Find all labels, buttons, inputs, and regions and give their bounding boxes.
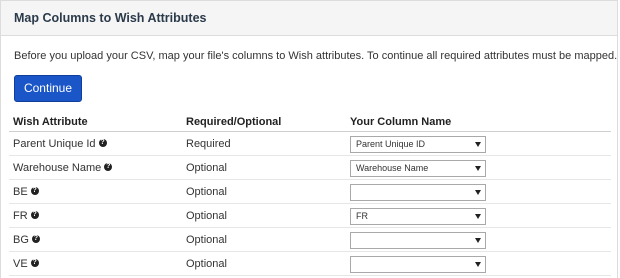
column-select-cell: [346, 179, 611, 204]
column-select-cell: FR: [346, 203, 611, 228]
table-header-row: Wish Attribute Required/Optional Your Co…: [9, 113, 611, 132]
table-row: BG? Optional: [9, 227, 611, 252]
question-circle-icon[interactable]: ?: [30, 186, 39, 195]
question-circle-icon[interactable]: ?: [98, 138, 107, 147]
column-select[interactable]: [350, 184, 486, 201]
attribute-cell: BE?: [9, 179, 182, 204]
chevron-down-icon: [475, 238, 481, 243]
continue-button[interactable]: Continue: [14, 75, 82, 102]
column-select[interactable]: Parent Unique ID: [350, 136, 486, 153]
table-row: BE? Optional: [9, 179, 611, 204]
question-circle-icon[interactable]: ?: [30, 210, 39, 219]
requirement-cell: Optional: [182, 155, 346, 180]
intro-text: Before you upload your CSV, map your fil…: [14, 50, 618, 62]
column-select-cell: Parent Unique ID: [346, 131, 611, 156]
header-your-column-name: Your Column Name: [346, 113, 611, 132]
select-value: Parent Unique ID: [356, 139, 426, 149]
column-select[interactable]: Warehouse Name: [350, 160, 486, 177]
chevron-down-icon: [475, 142, 481, 147]
attribute-mapping-table: Wish Attribute Required/Optional Your Co…: [9, 113, 611, 276]
column-select-cell: [346, 251, 611, 276]
panel-title: Map Columns to Wish Attributes: [1, 1, 617, 36]
header-required-optional: Required/Optional: [182, 113, 346, 132]
chevron-down-icon: [475, 262, 481, 267]
column-select-cell: [346, 227, 611, 252]
requirement-cell: Optional: [182, 179, 346, 204]
chevron-down-icon: [475, 166, 481, 171]
chevron-down-icon: [475, 190, 481, 195]
attribute-label: Parent Unique Id: [13, 137, 96, 150]
attribute-label: Warehouse Name: [13, 161, 102, 174]
table-row: Warehouse Name? Optional Warehouse Name: [9, 155, 611, 180]
attribute-label: VE: [13, 257, 28, 270]
attribute-label: BG: [13, 233, 29, 246]
requirement-cell: Optional: [182, 251, 346, 276]
requirement-cell: Required: [182, 131, 346, 156]
requirement-cell: Optional: [182, 203, 346, 228]
question-circle-icon[interactable]: ?: [31, 234, 40, 243]
column-select[interactable]: [350, 232, 486, 249]
chevron-down-icon: [475, 214, 481, 219]
column-select[interactable]: [350, 256, 486, 273]
table-row: FR? Optional FR: [9, 203, 611, 228]
attribute-cell: Parent Unique Id?: [9, 131, 182, 156]
attribute-label: FR: [13, 209, 28, 222]
column-select-cell: Warehouse Name: [346, 155, 611, 180]
attribute-cell: VE?: [9, 251, 182, 276]
header-wish-attribute: Wish Attribute: [9, 113, 182, 132]
attribute-cell: FR?: [9, 203, 182, 228]
attribute-cell: BG?: [9, 227, 182, 252]
select-value: FR: [356, 211, 368, 221]
table-row: Parent Unique Id? Required Parent Unique…: [9, 131, 611, 156]
map-columns-panel: Map Columns to Wish Attributes Before yo…: [0, 0, 618, 278]
select-value: Warehouse Name: [356, 163, 429, 173]
table-row: VE? Optional: [9, 251, 611, 276]
requirement-cell: Optional: [182, 227, 346, 252]
attribute-cell: Warehouse Name?: [9, 155, 182, 180]
column-select[interactable]: FR: [350, 208, 486, 225]
attribute-label: BE: [13, 185, 28, 198]
question-circle-icon[interactable]: ?: [104, 162, 113, 171]
question-circle-icon[interactable]: ?: [30, 258, 39, 267]
